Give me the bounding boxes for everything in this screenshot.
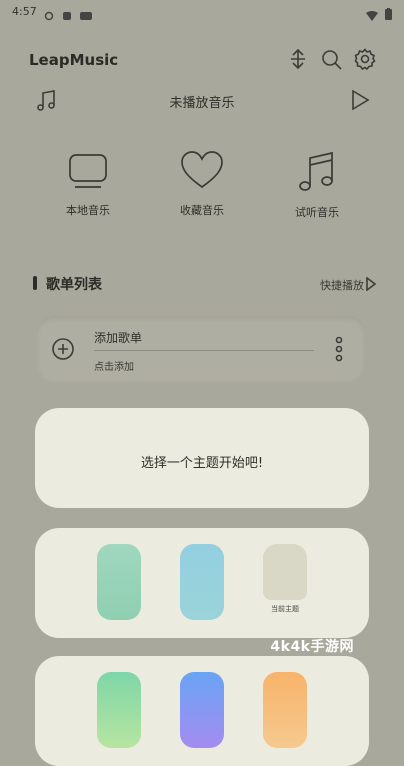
- add-playlist-card[interactable]: [36, 316, 366, 382]
- play-icon[interactable]: [349, 88, 371, 116]
- category-label: 本地音乐: [66, 204, 110, 217]
- record-icon: [62, 6, 72, 20]
- sync-icon: [44, 6, 54, 21]
- status-bar: 4:57: [0, 0, 404, 24]
- heart-icon: [180, 151, 224, 196]
- monitor-icon: [67, 154, 109, 196]
- category-favorite-music[interactable]: 收藏音乐: [162, 150, 242, 218]
- divider: [94, 350, 314, 351]
- theme-swatch-orange[interactable]: [263, 672, 307, 748]
- category-preview-music[interactable]: 试听音乐: [277, 150, 357, 220]
- section-accent-bar: [33, 276, 37, 290]
- more-vertical-icon[interactable]: [334, 336, 344, 366]
- current-theme-label: 当前主题: [271, 605, 299, 613]
- category-label: 试听音乐: [295, 206, 339, 219]
- watermark-text: 4k4k手游网: [270, 639, 354, 655]
- status-time: 4:57: [12, 5, 37, 18]
- add-icon[interactable]: [52, 338, 74, 360]
- theme-swatch-violet[interactable]: [180, 672, 224, 748]
- category-local-music[interactable]: 本地音乐: [48, 150, 128, 218]
- gear-icon[interactable]: [354, 48, 376, 74]
- add-playlist-title: 添加歌单: [94, 331, 143, 345]
- app-notification-icon: [80, 6, 92, 20]
- search-icon[interactable]: [321, 49, 343, 75]
- quick-play-button[interactable]: 快捷播放: [320, 277, 364, 293]
- theme-swatch-blue[interactable]: [180, 544, 224, 620]
- battery-icon: [385, 5, 392, 24]
- theme-swatch-green[interactable]: [97, 544, 141, 620]
- sort-icon[interactable]: [288, 48, 308, 74]
- theme-prompt-text: 选择一个主题开始吧!: [140, 456, 264, 471]
- now-playing-text: 未播放音乐: [169, 96, 235, 111]
- music-notes-icon: [296, 151, 338, 198]
- theme-swatch-current[interactable]: [263, 544, 307, 600]
- quick-play-icon[interactable]: [366, 276, 377, 295]
- playlist-section-title: 歌单列表: [46, 277, 102, 293]
- wifi-icon: [366, 6, 378, 25]
- category-label: 收藏音乐: [180, 204, 224, 217]
- app-title: LeapMusic: [29, 51, 119, 69]
- theme-swatch-mint[interactable]: [97, 672, 141, 748]
- add-playlist-subtitle: 点击添加: [94, 362, 134, 373]
